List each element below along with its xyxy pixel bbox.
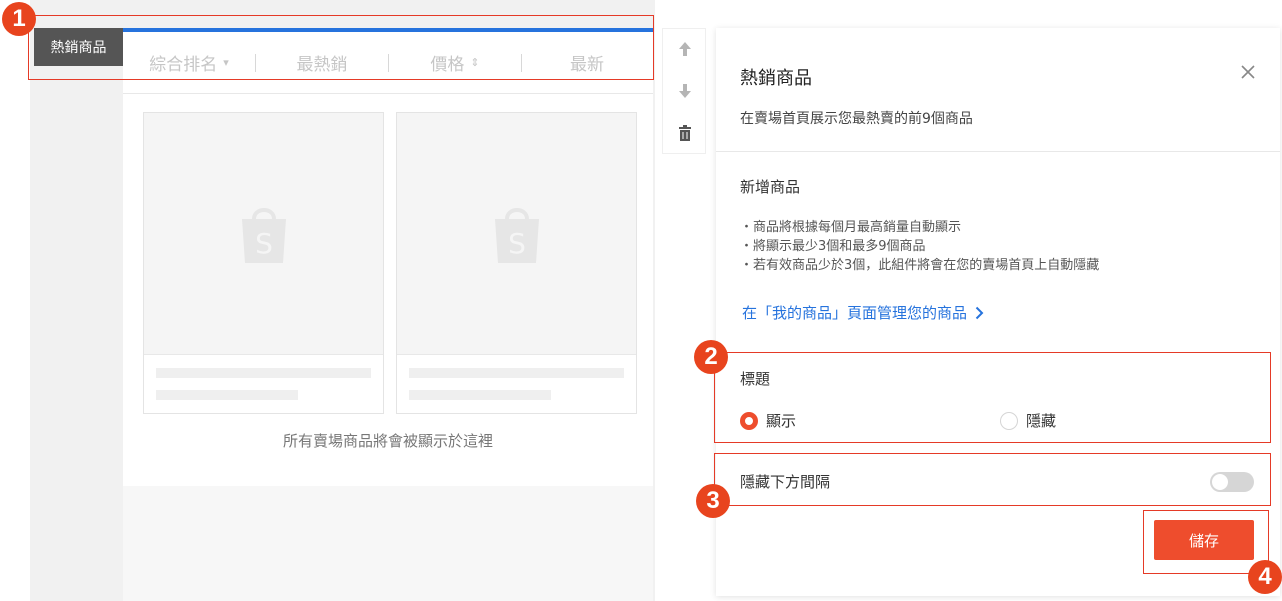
- product-placeholder-card: S: [143, 112, 384, 414]
- component-toolbar: [662, 28, 706, 154]
- arrow-up-icon: [679, 42, 691, 56]
- highlight-box-3: [714, 453, 1271, 506]
- move-up-button[interactable]: [663, 29, 707, 69]
- close-button[interactable]: [1234, 58, 1262, 86]
- shopee-bag-icon: S: [494, 207, 539, 263]
- manage-products-link[interactable]: 在「我的商品」頁面管理您的商品: [742, 302, 984, 323]
- empty-state-text: 所有賣場商品將會被顯示於這裡: [282, 432, 493, 450]
- info-item: ・商品將根據每個月最高銷量自動顯示: [740, 220, 962, 235]
- highlight-box-2: [714, 352, 1271, 443]
- highlight-box-4: [1143, 510, 1269, 574]
- svg-text:S: S: [255, 227, 273, 260]
- info-item: ・將顯示最少3個和最多9個商品: [740, 239, 926, 254]
- product-image-placeholder: S: [144, 113, 383, 355]
- move-down-button[interactable]: [663, 71, 707, 111]
- product-image-placeholder: S: [397, 113, 636, 355]
- highlight-box-1: [28, 15, 654, 80]
- manage-link-label: 在「我的商品」頁面管理您的商品: [742, 304, 968, 322]
- skeleton-line: [156, 368, 371, 378]
- shopee-bag-icon: S: [241, 207, 286, 263]
- skeleton-line: [409, 390, 551, 400]
- info-list: ・商品將根據每個月最高銷量自動顯示 ・將顯示最少3個和最多9個商品 ・若有效商品…: [740, 218, 1099, 275]
- trash-icon: [679, 125, 691, 141]
- chevron-right-icon: [975, 306, 984, 319]
- info-item: ・若有效商品少於3個，此組件將會在您的賣場首頁上自動隱藏: [740, 258, 1100, 273]
- step-badge-1: 1: [2, 2, 36, 36]
- svg-text:S: S: [508, 227, 526, 260]
- delete-button[interactable]: [663, 113, 707, 153]
- panel-subtitle: 在賣場首頁展示您最熱賣的前9個商品: [740, 111, 973, 127]
- divider: [716, 151, 1280, 152]
- step-badge-4: 4: [1248, 560, 1282, 594]
- step-badge-3: 3: [696, 484, 730, 518]
- section-title: 新增商品: [740, 178, 801, 196]
- arrow-down-icon: [679, 84, 691, 98]
- close-icon: [1241, 65, 1255, 79]
- product-placeholder-card: S: [396, 112, 637, 414]
- panel-title: 熱銷商品: [740, 68, 812, 89]
- skeleton-line: [409, 368, 624, 378]
- skeleton-line: [156, 390, 298, 400]
- step-badge-2: 2: [694, 340, 728, 374]
